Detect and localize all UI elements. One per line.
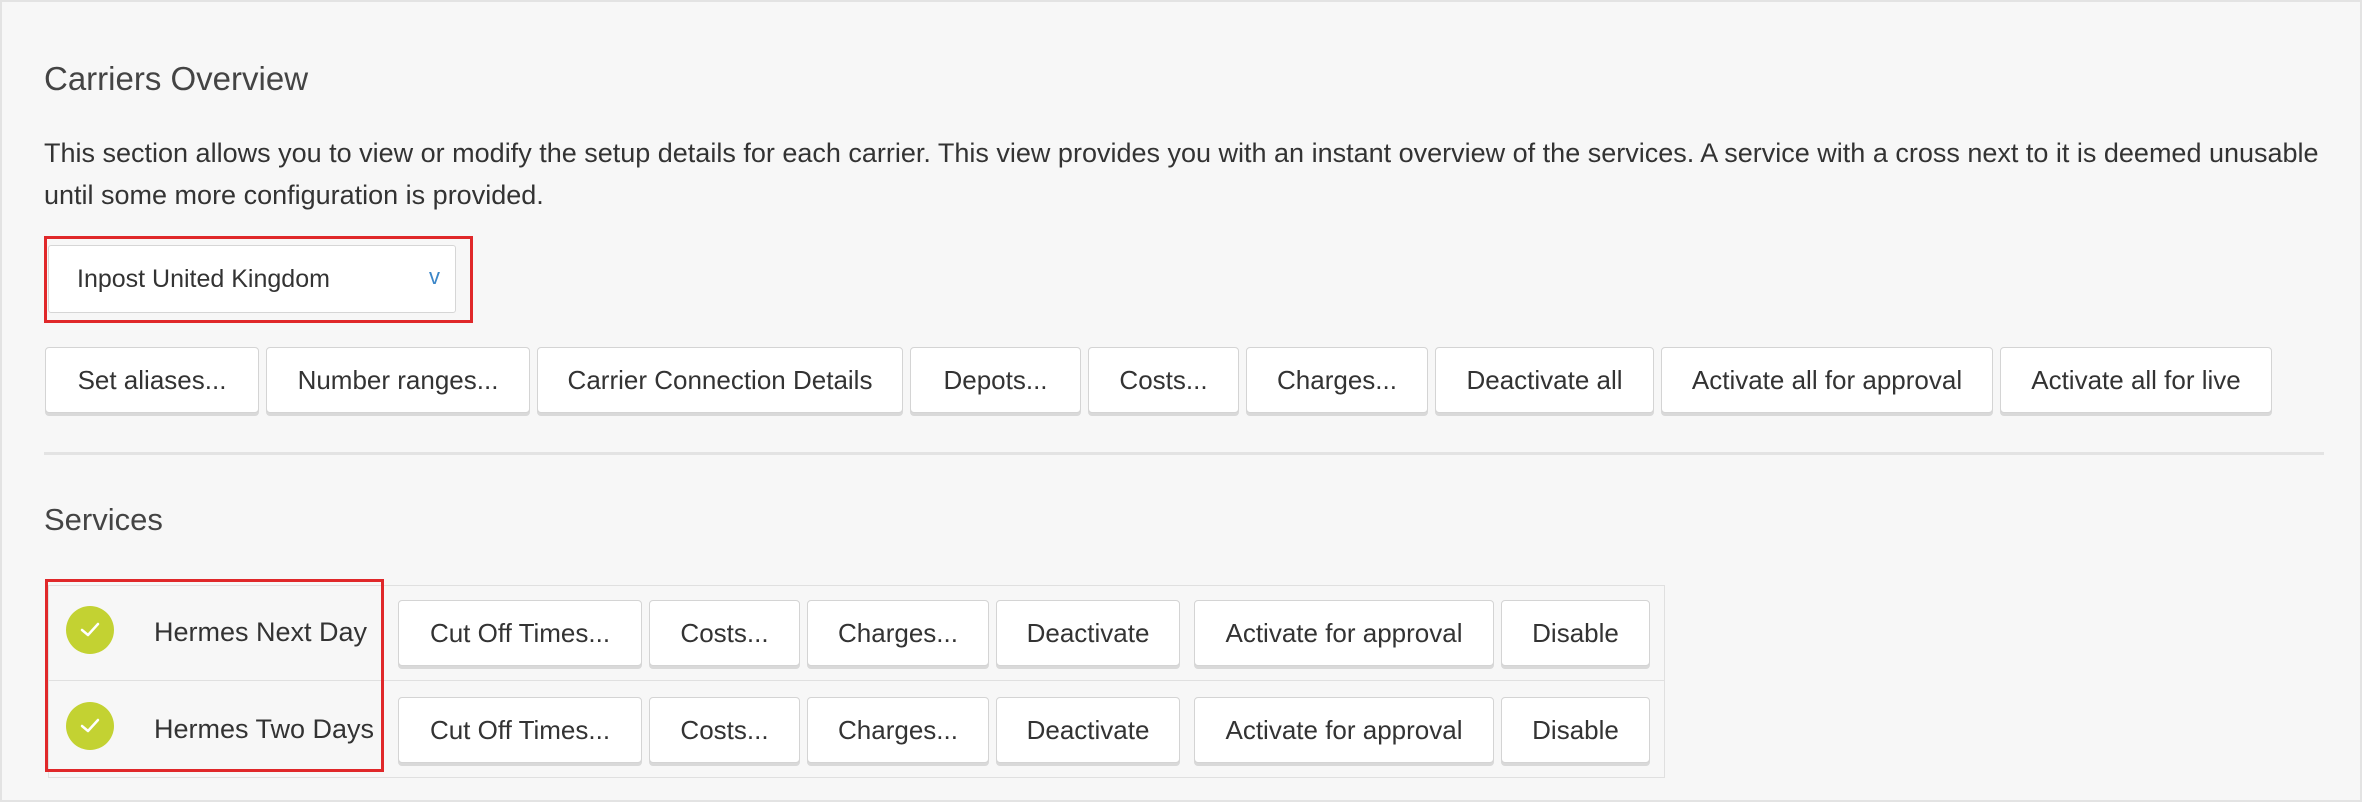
deactivate-all-button[interactable]: Deactivate all bbox=[1435, 347, 1654, 413]
deactivate-button-label: Deactivate bbox=[1026, 617, 1150, 648]
carrier-costs-button[interactable]: Costs... bbox=[1088, 347, 1239, 413]
service-charges-button[interactable]: Charges... bbox=[807, 600, 989, 666]
cut-off-times-button[interactable]: Cut Off Times... bbox=[398, 697, 642, 763]
section-divider bbox=[44, 452, 2324, 455]
set-aliases-button-label: Set aliases... bbox=[77, 364, 227, 395]
deactivate-button-label: Deactivate bbox=[1026, 714, 1150, 745]
check-icon bbox=[66, 606, 114, 654]
activate-for-approval-button[interactable]: Activate for approval bbox=[1194, 697, 1494, 763]
activate-all-for-live-button-label: Activate all for live bbox=[2031, 364, 2241, 395]
service-charges-button[interactable]: Charges... bbox=[807, 697, 989, 763]
disable-button-label: Disable bbox=[1532, 617, 1619, 648]
number-ranges-button-label: Number ranges... bbox=[297, 364, 499, 395]
chevron-down-icon: v bbox=[429, 264, 440, 289]
activate-for-approval-button-label: Activate for approval bbox=[1225, 617, 1463, 648]
activate-all-for-approval-button-label: Activate all for approval bbox=[1691, 364, 1963, 395]
service-charges-button-label: Charges... bbox=[838, 714, 958, 745]
carrier-costs-button-label: Costs... bbox=[1119, 364, 1208, 395]
disable-button-label: Disable bbox=[1532, 714, 1619, 745]
page-title: Carriers Overview bbox=[44, 60, 309, 97]
activate-for-approval-button[interactable]: Activate for approval bbox=[1194, 600, 1494, 666]
carrier-charges-button[interactable]: Charges... bbox=[1246, 347, 1428, 413]
disable-button[interactable]: Disable bbox=[1501, 600, 1650, 666]
service-costs-button-label: Costs... bbox=[680, 617, 769, 648]
service-name: Hermes Next Day bbox=[154, 617, 368, 647]
carrier-connection-details-button-label: Carrier Connection Details bbox=[567, 364, 873, 395]
cut-off-times-button-label: Cut Off Times... bbox=[429, 714, 611, 745]
carrier-select-value: Inpost United Kingdom bbox=[77, 265, 330, 293]
deactivate-button[interactable]: Deactivate bbox=[996, 600, 1180, 666]
page-description: This section allows you to view or modif… bbox=[44, 138, 2319, 210]
activate-all-for-live-button[interactable]: Activate all for live bbox=[2000, 347, 2272, 413]
service-costs-button[interactable]: Costs... bbox=[649, 697, 800, 763]
services-title: Services bbox=[44, 502, 163, 537]
cut-off-times-button-label: Cut Off Times... bbox=[429, 617, 611, 648]
check-icon bbox=[66, 702, 114, 750]
cut-off-times-button[interactable]: Cut Off Times... bbox=[398, 600, 642, 666]
service-costs-button[interactable]: Costs... bbox=[649, 600, 800, 666]
depots-button-label: Depots... bbox=[943, 364, 1048, 395]
disable-button[interactable]: Disable bbox=[1501, 697, 1650, 763]
activate-all-for-approval-button[interactable]: Activate all for approval bbox=[1661, 347, 1993, 413]
service-name: Hermes Two Days bbox=[154, 714, 375, 744]
deactivate-button[interactable]: Deactivate bbox=[996, 697, 1180, 763]
service-charges-button-label: Charges... bbox=[838, 617, 958, 648]
depots-button[interactable]: Depots... bbox=[910, 347, 1081, 413]
deactivate-all-button-label: Deactivate all bbox=[1466, 364, 1623, 395]
carrier-connection-details-button[interactable]: Carrier Connection Details bbox=[537, 347, 903, 413]
activate-for-approval-button-label: Activate for approval bbox=[1225, 714, 1463, 745]
service-costs-button-label: Costs... bbox=[680, 714, 769, 745]
carrier-select[interactable]: Inpost United Kingdom v bbox=[48, 245, 456, 313]
set-aliases-button[interactable]: Set aliases... bbox=[45, 347, 259, 413]
carrier-charges-button-label: Charges... bbox=[1277, 364, 1397, 395]
number-ranges-button[interactable]: Number ranges... bbox=[266, 347, 530, 413]
